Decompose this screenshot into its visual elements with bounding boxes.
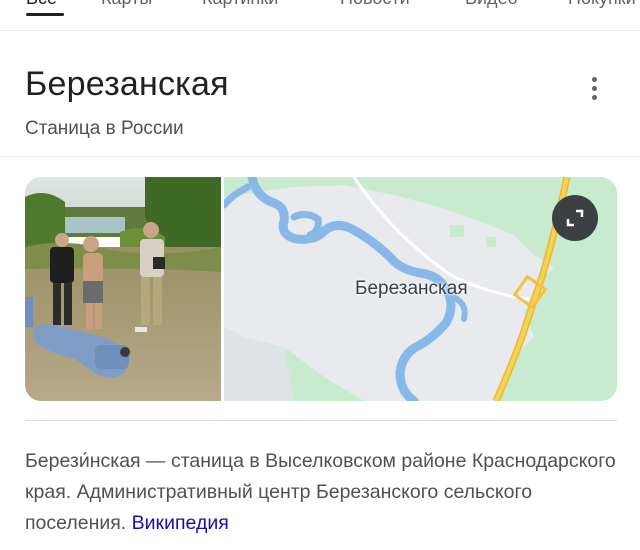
tab-all[interactable]: Все	[26, 0, 57, 9]
panel-title: Березанская	[25, 65, 229, 103]
expand-icon	[566, 209, 584, 227]
panel-subtitle: Станица в России	[25, 118, 184, 139]
more-vert-icon	[591, 76, 597, 82]
map-preview[interactable]: Березанская	[220, 177, 617, 401]
more-vert-icon-dot	[591, 94, 597, 100]
more-options-button[interactable]	[578, 72, 610, 104]
place-photo[interactable]	[25, 177, 221, 401]
map-expand-button[interactable]	[552, 195, 598, 241]
tab-shopping[interactable]: Покупки	[568, 0, 636, 9]
tab-images[interactable]: Картинки	[202, 0, 278, 9]
tab-news[interactable]: Новости	[340, 0, 410, 9]
place-photo-image	[25, 177, 221, 401]
media-strip: Березанская	[25, 177, 617, 401]
search-tabs: Все Карты Картинки Новости Видео Покупки	[0, 0, 640, 30]
tab-maps[interactable]: Карты	[101, 0, 152, 9]
section-divider	[0, 156, 640, 157]
description-divider	[25, 420, 617, 421]
active-tab-indicator	[26, 13, 64, 16]
wikipedia-link[interactable]: Википедия	[132, 512, 229, 534]
description-text: Берези́нская — станица в Выселковском ра…	[25, 450, 616, 534]
more-vert-icon-dot	[591, 85, 597, 91]
tab-video[interactable]: Видео	[465, 0, 518, 9]
place-description: Берези́нская — станица в Выселковском ра…	[25, 446, 620, 539]
header-divider	[0, 30, 640, 31]
map-place-label: Березанская	[355, 278, 468, 299]
